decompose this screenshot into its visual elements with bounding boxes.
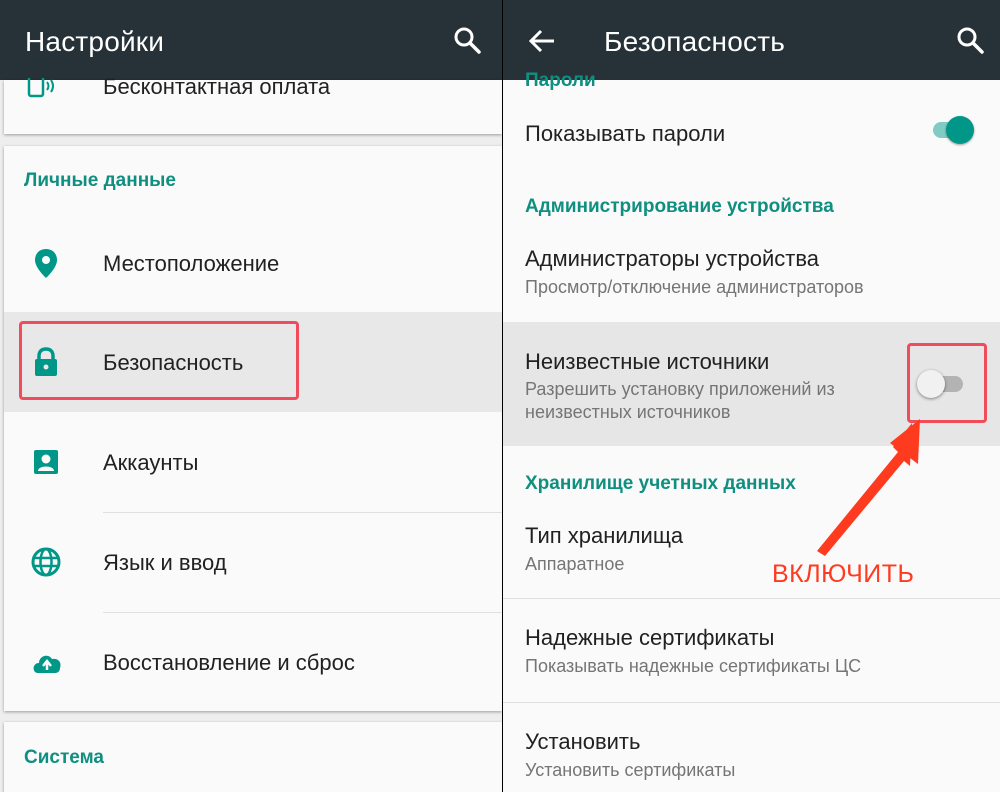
globe-icon [31, 547, 61, 577]
show-passwords-row[interactable]: Показывать пароли [503, 92, 1000, 174]
unknown-sources-subtitle-2: неизвестных источников [525, 402, 731, 422]
search-icon[interactable] [955, 25, 985, 55]
device-admins-title: Администраторы устройства [525, 246, 819, 271]
trusted-certs-subtitle: Показывать надежные сертификаты ЦС [525, 656, 862, 676]
storage-type-subtitle: Аппаратное [525, 554, 625, 574]
annotation-arrow-icon [817, 419, 920, 556]
section-header-personal: Личные данные [24, 170, 176, 191]
storage-type-title: Тип хранилища [525, 523, 684, 548]
cloud-upload-icon [33, 655, 61, 673]
page-title: Безопасность [604, 26, 786, 57]
install-certs-row[interactable]: Установить Установить сертификаты [503, 703, 1000, 792]
device-admins-subtitle: Просмотр/отключение администраторов [525, 277, 864, 297]
trusted-certs-title: Надежные сертификаты [525, 625, 775, 650]
search-icon[interactable] [452, 25, 482, 55]
settings-screen: Настройки Бесконтактная оплата Личные да… [0, 0, 502, 792]
highlight-frame-toggle [907, 343, 987, 423]
section-header-storage: Хранилище учетных данных [525, 473, 796, 494]
install-subtitle: Установить сертификаты [525, 760, 736, 780]
install-title: Установить [525, 729, 641, 754]
unknown-sources-subtitle-1: Разрешить установку приложений из [525, 379, 835, 399]
personal-data-card: Личные данные Местоположение Безопасност… [4, 146, 502, 711]
sidebar-item-label: Местоположение [103, 251, 280, 276]
section-header-passwords: Пароли [525, 70, 596, 91]
show-passwords-toggle[interactable] [946, 116, 974, 144]
back-arrow-icon[interactable] [527, 26, 557, 56]
section-header-admin: Администрирование устройства [525, 196, 834, 217]
payments-card: Бесконтактная оплата [4, 74, 502, 134]
security-app-bar: Безопасность [503, 0, 1000, 80]
sidebar-item-backup-reset[interactable]: Восстановление и сброс [4, 612, 502, 712]
show-passwords-label: Показывать пароли [525, 121, 726, 146]
sidebar-item-language[interactable]: Язык и ввод [4, 512, 502, 612]
nfc-phone-icon [27, 78, 54, 98]
sidebar-item-label: Аккаунты [103, 450, 199, 475]
sidebar-item-label: Бесконтактная оплата [103, 74, 331, 99]
location-pin-icon [35, 249, 57, 278]
page-title: Настройки [25, 26, 165, 57]
system-card: Система [4, 722, 502, 792]
sidebar-item-label: Восстановление и сброс [103, 650, 355, 675]
sidebar-item-nfc-payment[interactable]: Бесконтактная оплата [4, 74, 502, 134]
section-header-system: Система [24, 747, 104, 768]
sidebar-item-location[interactable]: Местоположение [4, 212, 502, 312]
device-admins-row[interactable]: Администраторы устройства Просмотр/отклю… [503, 226, 1000, 318]
account-box-icon [34, 450, 58, 474]
annotation-label: ВКЛЮЧИТЬ [772, 560, 915, 588]
highlight-frame-security [19, 321, 299, 400]
sidebar-item-accounts[interactable]: Аккаунты [4, 412, 502, 512]
unknown-sources-title: Неизвестные источники [525, 349, 770, 374]
sidebar-item-label: Язык и ввод [103, 550, 227, 575]
settings-app-bar: Настройки [0, 0, 502, 80]
trusted-certs-row[interactable]: Надежные сертификаты Показывать надежные… [503, 599, 1000, 699]
